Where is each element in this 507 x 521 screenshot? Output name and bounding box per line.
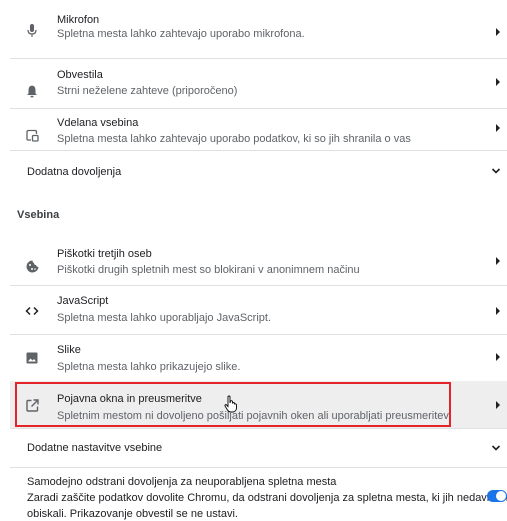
content-section-title: Vsebina [17,209,60,221]
permission-title: Vdelana vsebina [57,117,139,129]
arrow-right-icon [496,401,500,409]
content-subtitle: Piškotki drugih spletnih mest so blokira… [57,264,360,276]
content-subtitle: Spletna mesta lahko uporabljajo JavaScri… [57,312,272,324]
permission-subtitle: Spletna mesta lahko zahtevajo uporabo mi… [57,28,305,40]
auto-remove-subtitle: Zaradi zaščite podatkov dovolite Chromu,… [27,492,507,504]
embedded-content-icon [24,127,40,143]
content-title: Slike [57,344,81,356]
permission-subtitle: Strni neželene zahteve (priporočeno) [57,85,238,97]
chevron-down-icon [491,445,501,451]
permission-row-embedded-content[interactable]: Vdelana vsebina Spletna mesta lahko zaht… [10,108,507,150]
arrow-right-icon [496,257,500,265]
arrow-right-icon [496,28,500,36]
image-icon [24,350,40,366]
auto-remove-permissions-row: Samodejno odstrani dovoljenja za neupora… [10,467,507,520]
arrow-right-icon [496,353,500,361]
content-title: Piškotki tretjih oseb [57,248,152,260]
permission-title: Obvestila [57,69,103,81]
additional-content-label: Dodatne nastavitve vsebine [27,442,163,454]
hand-cursor-icon [224,395,237,413]
auto-remove-title: Samodejno odstrani dovoljenja za neupora… [27,476,337,488]
auto-remove-subtitle-line2: obiskali. Prikazovanje obvestil se ne us… [27,508,238,520]
additional-permissions-label: Dodatna dovoljenja [27,166,122,178]
permission-row-notifications[interactable]: Obvestila Strni neželene zahteve (pripor… [10,58,507,108]
permission-subtitle: Spletna mesta lahko zahtevajo uporabo po… [57,133,411,145]
additional-content-settings-toggle[interactable]: Dodatne nastavitve vsebine [10,428,507,468]
chevron-down-icon [491,168,501,174]
content-row-images[interactable]: Slike Spletna mesta lahko prikazujejo sl… [10,334,507,381]
content-subtitle: Spletna mesta lahko prikazujejo slike. [57,361,241,373]
arrow-right-icon [496,78,500,86]
auto-remove-toggle[interactable] [487,490,507,502]
code-icon [24,303,40,319]
arrow-right-icon [496,124,500,132]
content-row-third-party-cookies[interactable]: Piškotki tretjih oseb Piškotki drugih sp… [10,237,507,285]
content-title: JavaScript [57,295,109,307]
microphone-icon [24,23,40,39]
cookie-icon [24,258,40,274]
permission-row-microphone[interactable]: Mikrofon Spletna mesta lahko zahtevajo u… [10,0,507,47]
arrow-right-icon [496,307,500,315]
permission-title: Mikrofon [57,14,100,26]
additional-permissions-toggle[interactable]: Dodatna dovoljenja [10,150,507,192]
content-row-javascript[interactable]: JavaScript Spletna mesta lahko uporablja… [10,285,507,334]
bell-icon [24,83,40,99]
